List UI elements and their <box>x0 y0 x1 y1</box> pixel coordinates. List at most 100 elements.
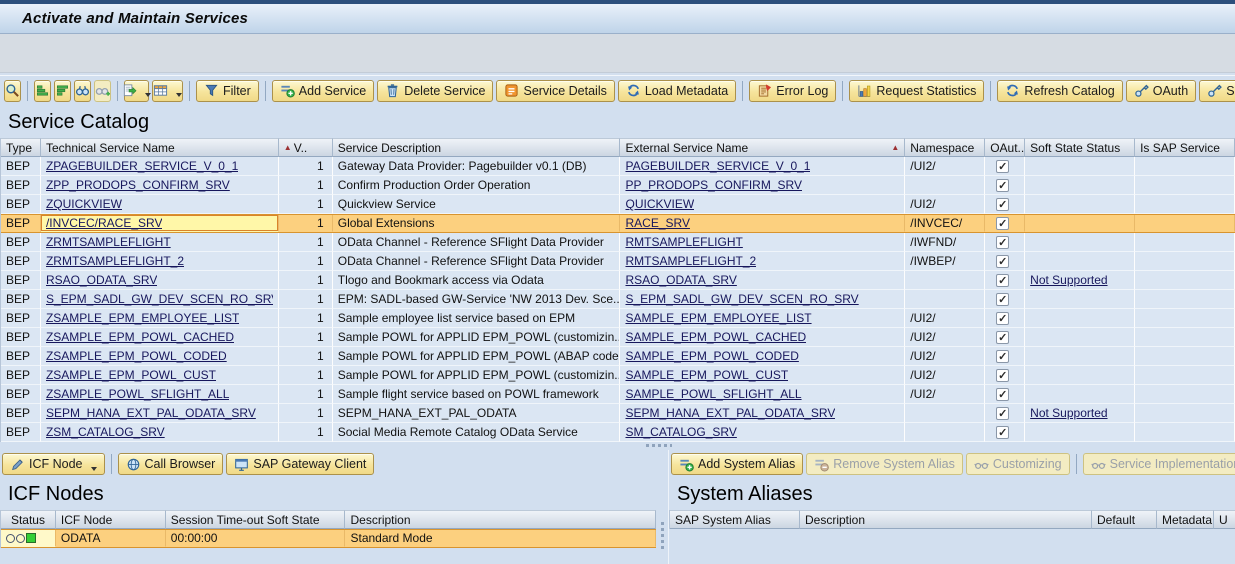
cell-namespace[interactable]: /UI2/ <box>905 195 985 214</box>
sort-ascending-button[interactable] <box>34 80 51 102</box>
sort-descending-button[interactable] <box>54 80 71 102</box>
cell-type[interactable]: BEP <box>1 328 41 347</box>
cell-version[interactable]: 1 <box>279 195 333 214</box>
table-row[interactable]: BEP ZPAGEBUILDER_SERVICE_V_0_1 1 Gateway… <box>1 157 1235 176</box>
cell-type[interactable]: BEP <box>1 309 41 328</box>
display-details-button[interactable] <box>4 80 21 102</box>
cell-technical-service-name[interactable]: ZRMTSAMPLEFLIGHT <box>41 233 279 252</box>
cell-soft-state-status[interactable] <box>1025 328 1135 347</box>
cell-service-description[interactable]: OData Channel - Reference SFlight Data P… <box>333 233 621 252</box>
cell-technical-service-name[interactable]: /INVCEC/RACE_SRV <box>41 215 279 232</box>
service-implementation-button[interactable]: Service Implementation <box>1083 453 1235 475</box>
delete-service-button[interactable]: Delete Service <box>377 80 493 102</box>
cell-service-description[interactable]: Confirm Production Order Operation <box>333 176 621 195</box>
technical-service-name-link[interactable]: /INVCEC/RACE_SRV <box>46 216 162 230</box>
call-browser-button[interactable]: Call Browser <box>118 453 224 475</box>
cell-type[interactable]: BEP <box>1 347 41 366</box>
table-row[interactable]: BEP ZPP_PRODOPS_CONFIRM_SRV 1 Confirm Pr… <box>1 176 1235 195</box>
cell-namespace[interactable] <box>905 176 985 195</box>
cell-namespace[interactable] <box>905 271 985 290</box>
cell-version[interactable]: 1 <box>279 215 333 232</box>
cell-service-description[interactable]: Sample POWL for APPLID EPM_POWL (ABAP co… <box>333 347 621 366</box>
cell-oauth[interactable] <box>985 328 1025 347</box>
cell-soft-state-status[interactable]: Not Supported <box>1025 404 1135 423</box>
column-default[interactable]: Default <box>1092 510 1157 529</box>
table-row[interactable]: BEP RSAO_ODATA_SRV 1 Tlogo and Bookmark … <box>1 271 1235 290</box>
cell-technical-service-name[interactable]: ZSM_CATALOG_SRV <box>41 423 279 442</box>
cell-technical-service-name[interactable]: ZSAMPLE_EPM_POWL_CACHED <box>41 328 279 347</box>
cell-service-description[interactable]: Social Media Remote Catalog OData Servic… <box>333 423 621 442</box>
cell-oauth[interactable] <box>985 290 1025 309</box>
cell-service-description[interactable]: Sample POWL for APPLID EPM_POWL (customi… <box>333 328 621 347</box>
cell-version[interactable]: 1 <box>279 423 333 442</box>
external-service-name-link[interactable]: SM_CATALOG_SRV <box>625 425 736 439</box>
table-row[interactable]: BEP S_EPM_SADL_GW_DEV_SCEN_RO_SRV 1 EPM:… <box>1 290 1235 309</box>
find-button[interactable] <box>74 80 91 102</box>
cell-oauth[interactable] <box>985 271 1025 290</box>
table-row[interactable]: BEP ZRMTSAMPLEFLIGHT 1 OData Channel - R… <box>1 233 1235 252</box>
technical-service-name-link[interactable]: ZSAMPLE_EPM_POWL_CUST <box>46 368 216 382</box>
cell-version[interactable]: 1 <box>279 309 333 328</box>
table-row[interactable]: BEP ZQUICKVIEW 1 Quickview Service QUICK… <box>1 195 1235 214</box>
cell-oauth[interactable] <box>985 347 1025 366</box>
cell-oauth[interactable] <box>985 195 1025 214</box>
table-row[interactable]: BEP SEPM_HANA_EXT_PAL_ODATA_SRV 1 SEPM_H… <box>1 404 1235 423</box>
cell-technical-service-name[interactable]: ZSAMPLE_EPM_POWL_CODED <box>41 347 279 366</box>
technical-service-name-link[interactable]: ZPP_PRODOPS_CONFIRM_SRV <box>46 178 230 192</box>
cell-soft-state-status[interactable]: Not Supported <box>1025 271 1135 290</box>
cell-soft-state-status[interactable] <box>1025 215 1135 232</box>
cell-external-service-name[interactable]: RMTSAMPLEFLIGHT <box>620 233 905 252</box>
cell-version[interactable]: 1 <box>279 290 333 309</box>
cell-external-service-name[interactable]: PP_PRODOPS_CONFIRM_SRV <box>620 176 905 195</box>
table-row[interactable]: BEP ZSAMPLE_EPM_POWL_CACHED 1 Sample POW… <box>1 328 1235 347</box>
cell-version[interactable]: 1 <box>279 347 333 366</box>
cell-service-description[interactable]: SEPM_HANA_EXT_PAL_ODATA <box>333 404 621 423</box>
cell-status[interactable] <box>1 530 56 547</box>
table-row[interactable]: BEP /INVCEC/RACE_SRV 1 Global Extensions… <box>1 214 1235 233</box>
cell-type[interactable]: BEP <box>1 252 41 271</box>
oauth-checkbox[interactable] <box>996 198 1009 211</box>
soft-state-button[interactable]: Soft State <box>1199 80 1235 102</box>
cell-soft-state-status[interactable] <box>1025 252 1135 271</box>
cell-type[interactable]: BEP <box>1 157 41 176</box>
cell-soft-state-status[interactable] <box>1025 423 1135 442</box>
cell-technical-service-name[interactable]: ZSAMPLE_POWL_SFLIGHT_ALL <box>41 385 279 404</box>
cell-oauth[interactable] <box>985 176 1025 195</box>
cell-is-sap-service[interactable] <box>1135 290 1235 309</box>
cell-oauth[interactable] <box>985 309 1025 328</box>
external-service-name-link[interactable]: S_EPM_SADL_GW_DEV_SCEN_RO_SRV <box>625 292 858 306</box>
cell-external-service-name[interactable]: RMTSAMPLEFLIGHT_2 <box>620 252 905 271</box>
cell-external-service-name[interactable]: SM_CATALOG_SRV <box>620 423 905 442</box>
cell-type[interactable]: BEP <box>1 176 41 195</box>
external-service-name-link[interactable]: RMTSAMPLEFLIGHT_2 <box>625 254 756 268</box>
cell-is-sap-service[interactable] <box>1135 366 1235 385</box>
technical-service-name-link[interactable]: RSAO_ODATA_SRV <box>46 273 157 287</box>
filter-button[interactable]: Filter <box>196 80 259 102</box>
column-namespace[interactable]: Namespace <box>905 138 985 157</box>
service-details-button[interactable]: Service Details <box>496 80 614 102</box>
cell-description[interactable]: Standard Mode <box>345 530 656 547</box>
cell-version[interactable]: 1 <box>279 157 333 176</box>
cell-soft-state-status[interactable] <box>1025 195 1135 214</box>
remove-system-alias-button[interactable]: Remove System Alias <box>806 453 963 475</box>
cell-namespace[interactable]: /UI2/ <box>905 309 985 328</box>
cell-namespace[interactable]: /UI2/ <box>905 328 985 347</box>
technical-service-name-link[interactable]: SEPM_HANA_EXT_PAL_ODATA_SRV <box>46 406 256 420</box>
cell-service-description[interactable]: Tlogo and Bookmark access via Odata <box>333 271 621 290</box>
cell-external-service-name[interactable]: SAMPLE_EPM_POWL_CODED <box>620 347 905 366</box>
cell-oauth[interactable] <box>985 215 1025 232</box>
cell-version[interactable]: 1 <box>279 233 333 252</box>
technical-service-name-link[interactable]: ZPAGEBUILDER_SERVICE_V_0_1 <box>46 159 238 173</box>
cell-soft-state-status[interactable] <box>1025 347 1135 366</box>
external-service-name-link[interactable]: SAMPLE_EPM_POWL_CUST <box>625 368 788 382</box>
cell-is-sap-service[interactable] <box>1135 423 1235 442</box>
oauth-checkbox[interactable] <box>996 388 1009 401</box>
cell-version[interactable]: 1 <box>279 328 333 347</box>
cell-is-sap-service[interactable] <box>1135 385 1235 404</box>
cell-is-sap-service[interactable] <box>1135 328 1235 347</box>
column-is-sap-service[interactable]: Is SAP Service <box>1135 138 1235 157</box>
cell-is-sap-service[interactable] <box>1135 215 1235 232</box>
cell-external-service-name[interactable]: SAMPLE_EPM_POWL_CUST <box>620 366 905 385</box>
cell-is-sap-service[interactable] <box>1135 309 1235 328</box>
cell-soft-state-status[interactable] <box>1025 290 1135 309</box>
